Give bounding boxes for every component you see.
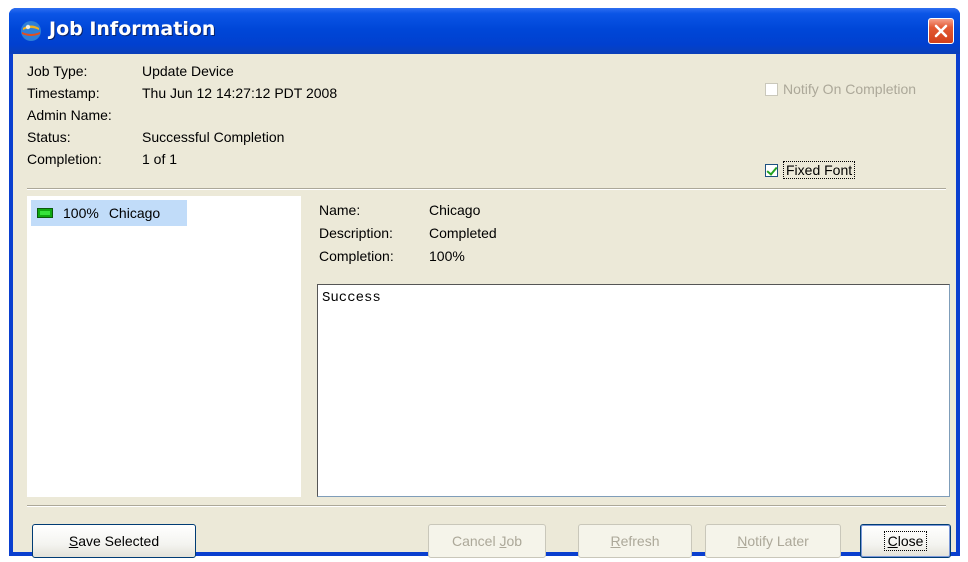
refresh-button[interactable]: Refresh [578, 524, 692, 558]
cancel-job-button[interactable]: Cancel Job [428, 524, 546, 558]
detail-name-value: Chicago [429, 202, 481, 218]
device-name: Chicago [108, 205, 161, 221]
title-bar[interactable]: Job Information [9, 8, 960, 54]
status-value: Successful Completion [142, 129, 285, 145]
notify-on-completion-box[interactable] [765, 82, 778, 96]
close-x-icon [934, 24, 948, 38]
close-label: Close [883, 531, 928, 551]
app-globe-icon [21, 21, 41, 41]
device-percent: 100% [63, 205, 99, 221]
fixed-font-label: Fixed Font [783, 161, 856, 179]
list-item[interactable]: 100% Chicago [31, 200, 187, 226]
completion-label: Completion: [27, 151, 102, 167]
detail-description-value: Completed [429, 225, 497, 241]
notify-later-label: Notify Later [737, 533, 809, 549]
admin-name-label: Admin Name: [27, 107, 112, 123]
refresh-label: Refresh [610, 533, 660, 549]
window-title: Job Information [49, 18, 216, 40]
detail-completion-label: Completion: [319, 248, 394, 264]
header-separator [27, 188, 946, 190]
save-selected-button[interactable]: Save Selected [32, 524, 196, 558]
detail-completion-value: 100% [429, 248, 465, 264]
fixed-font-box[interactable] [765, 163, 778, 177]
notify-on-completion-label: Notify On Completion [783, 81, 917, 97]
completion-value: 1 of 1 [142, 151, 178, 167]
job-information-window: Job Information Job Type: Update Device … [9, 8, 960, 558]
footer-separator [27, 505, 946, 507]
detail-description-label: Description: [319, 225, 393, 241]
save-selected-label: Save Selected [68, 533, 160, 549]
close-window-button[interactable] [928, 18, 954, 44]
fixed-font-checkbox[interactable]: Fixed Font [765, 161, 856, 179]
dialog-client-area: Job Type: Update Device Timestamp: Thu J… [13, 54, 956, 558]
device-list[interactable]: 100% Chicago [27, 196, 301, 497]
status-label: Status: [27, 129, 71, 145]
cancel-job-label: Cancel Job [451, 533, 523, 549]
progress-bar-icon [37, 208, 53, 218]
notify-on-completion-checkbox[interactable]: Notify On Completion [765, 81, 916, 97]
job-type-label: Job Type: [27, 63, 88, 79]
output-text-area[interactable]: Success [317, 284, 950, 497]
notify-later-button[interactable]: Notify Later [705, 524, 841, 558]
timestamp-label: Timestamp: [27, 85, 100, 101]
timestamp-value: Thu Jun 12 14:27:12 PDT 2008 [142, 85, 338, 101]
detail-name-label: Name: [319, 202, 361, 218]
close-button[interactable]: Close [860, 524, 951, 558]
job-type-value: Update Device [142, 63, 234, 79]
